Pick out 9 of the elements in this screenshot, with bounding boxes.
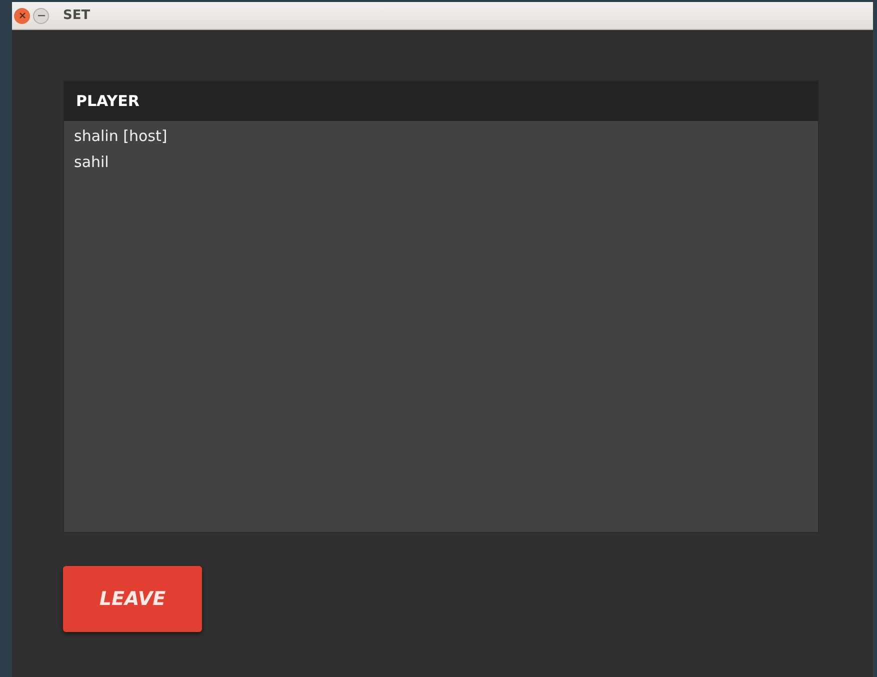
player-name[interactable]: sahil [74, 149, 808, 175]
player-name[interactable]: shalin [host] [74, 123, 808, 149]
window-title: SET [63, 6, 90, 25]
close-button[interactable] [14, 8, 30, 24]
leave-button[interactable]: LEAVE [63, 566, 202, 632]
minimize-button[interactable] [33, 8, 49, 24]
minimize-icon [38, 14, 44, 16]
close-icon [18, 12, 26, 19]
column-header: PLAYER [76, 90, 140, 112]
